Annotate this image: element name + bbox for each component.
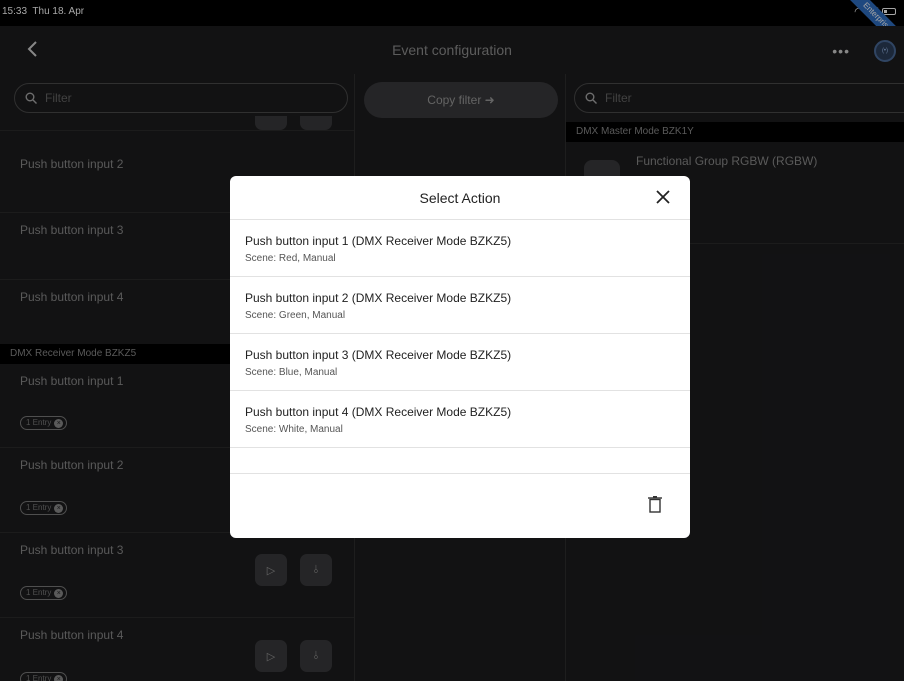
action-subtitle: Scene: Red, Manual (245, 253, 336, 264)
trash-icon[interactable] (648, 496, 662, 513)
action-title: Push button input 2 (DMX Receiver Mode B… (245, 291, 512, 305)
action-title: Push button input 1 (DMX Receiver Mode B… (245, 234, 512, 248)
action-item[interactable]: Push button input 1 (DMX Receiver Mode B… (230, 220, 690, 277)
close-icon[interactable] (656, 190, 670, 204)
action-title: Push button input 3 (DMX Receiver Mode B… (245, 348, 512, 362)
select-action-dialog: Select Action Push button input 1 (DMX R… (230, 176, 690, 538)
dialog-title: Select Action (419, 190, 501, 206)
dialog-header: Select Action (230, 176, 690, 220)
action-subtitle: Scene: Green, Manual (245, 310, 346, 321)
action-item[interactable]: Push button input 4 (DMX Receiver Mode B… (230, 391, 690, 448)
dialog-divider (230, 473, 690, 474)
action-item[interactable]: Push button input 2 (DMX Receiver Mode B… (230, 277, 690, 334)
action-item[interactable]: Push button input 3 (DMX Receiver Mode B… (230, 334, 690, 391)
action-subtitle: Scene: White, Manual (245, 424, 343, 435)
action-title: Push button input 4 (DMX Receiver Mode B… (245, 405, 512, 419)
action-subtitle: Scene: Blue, Manual (245, 367, 338, 378)
